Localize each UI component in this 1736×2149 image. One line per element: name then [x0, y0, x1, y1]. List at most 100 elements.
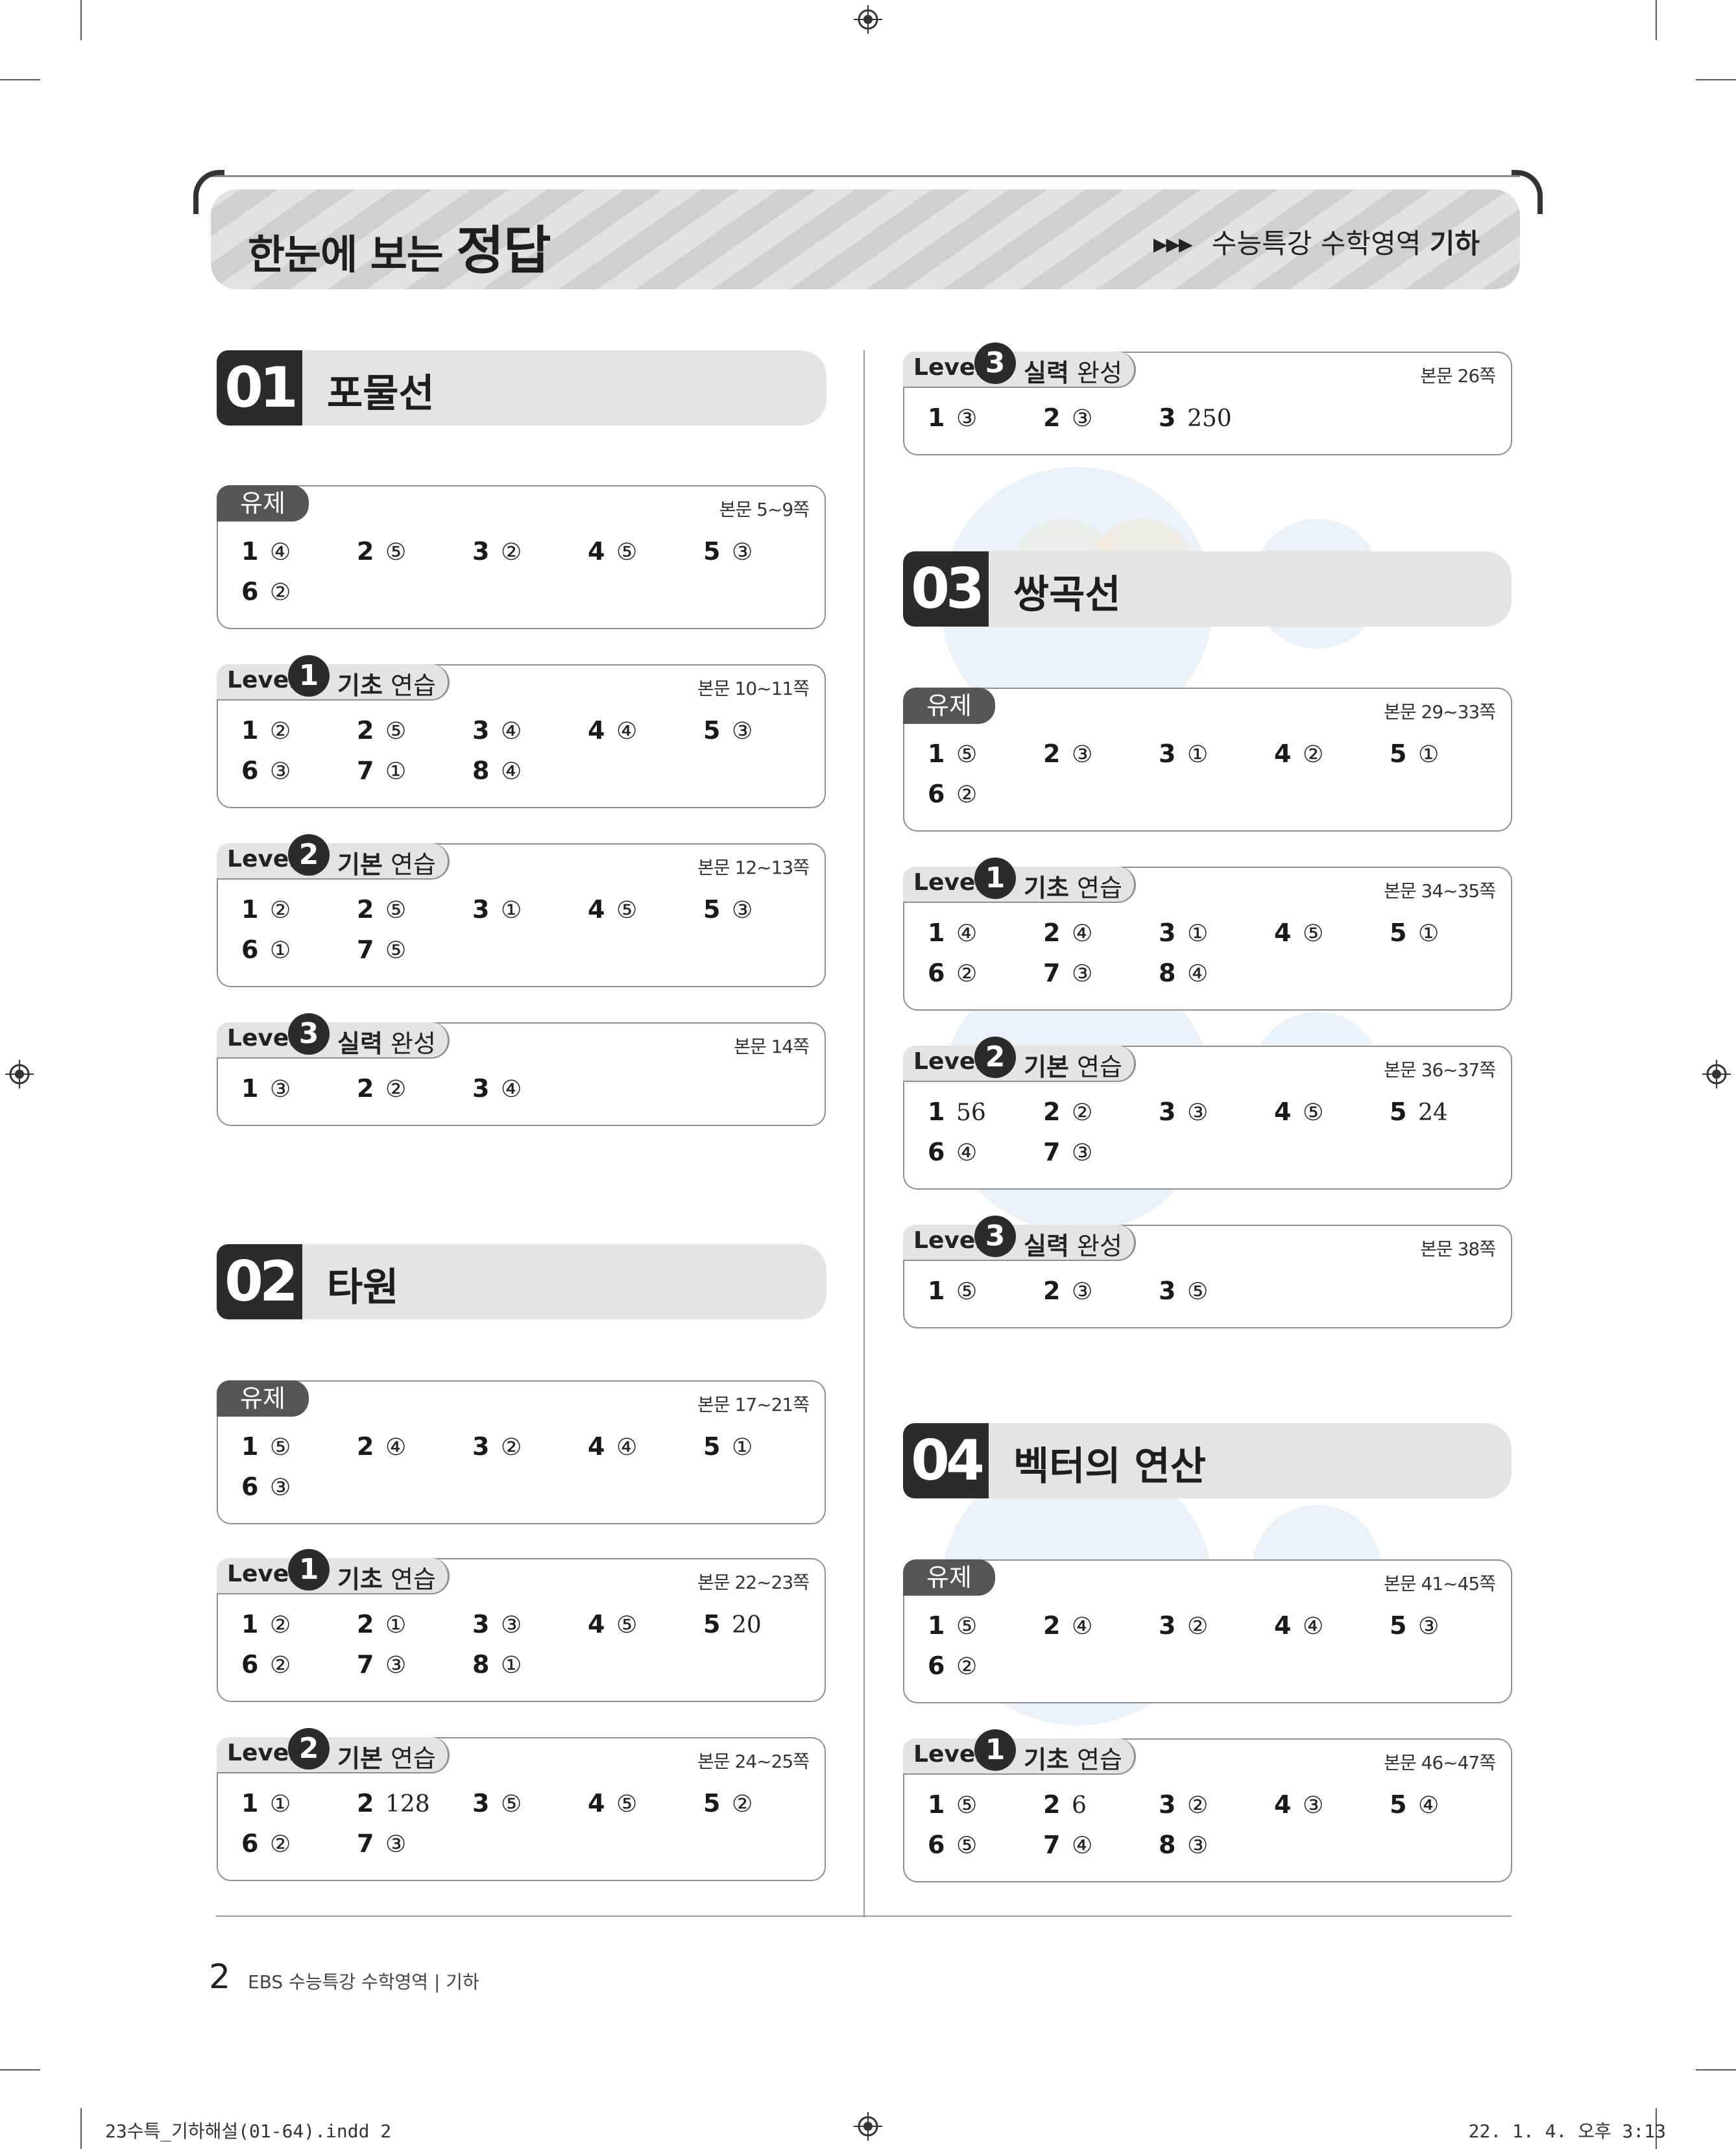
level-tab: Level 1 기초 연습 [903, 1729, 1136, 1775]
answer-item: 3⑤ [472, 1789, 522, 1818]
question-number: 6 [928, 959, 945, 987]
answer-value: ④ [385, 1434, 407, 1461]
answer-item: 3② [1159, 1611, 1208, 1640]
answer-item: 4③ [1274, 1790, 1323, 1819]
question-number: 1 [928, 1790, 945, 1819]
level-tab: Level 2 기본 연습 [217, 1728, 450, 1773]
answer-item: 7③ [357, 1829, 406, 1858]
question-number: 1 [241, 1074, 259, 1103]
chapter-title: 포물선 [327, 371, 435, 416]
answer-item: 5③ [703, 895, 753, 924]
page-reference: 본문 22~23쪽 [697, 1572, 810, 1593]
answer-item: 4④ [1274, 1611, 1323, 1640]
answer-item: 5① [1390, 918, 1439, 947]
book-label-subject: 기하 [1429, 228, 1480, 259]
answer-item: 5③ [703, 537, 753, 566]
answer-item: 8③ [1159, 1831, 1208, 1859]
answer-item: 6② [928, 1651, 977, 1680]
level-kind-bold: 기본 [1024, 1053, 1069, 1081]
answer-item: 5③ [703, 716, 753, 745]
answer-item: 5② [703, 1789, 753, 1818]
question-number: 5 [1390, 739, 1407, 768]
page-title-main: 정답 [456, 221, 551, 281]
answer-item: 2④ [357, 1432, 406, 1461]
answer-value: ② [270, 897, 291, 924]
answer-value: ④ [501, 758, 522, 785]
answer-value: ⑤ [1303, 1099, 1324, 1126]
answer-value: ① [501, 897, 522, 924]
answer-value: ③ [270, 1076, 291, 1103]
answer-item: 7④ [1043, 1831, 1092, 1859]
answer-item: 2③ [1043, 403, 1092, 432]
question-number: 6 [928, 1138, 945, 1166]
answer-item: 4④ [588, 716, 637, 745]
answer-box: Level 1 기초 연습 본문 34~35쪽 1 ④ 2 ④ 3 ① 4 ⑤ 5 ① 6 ② 7 ③ 8 ④ [903, 858, 1512, 1011]
answer-item: 2⑤ [357, 716, 406, 745]
answer-value: ② [956, 1653, 978, 1680]
chapter-header: 02 타원 [217, 1244, 826, 1319]
answer-item: 3④ [472, 716, 522, 745]
registration-mark-icon [5, 1060, 34, 1088]
answer-value: ① [270, 937, 291, 964]
registration-mark-icon [854, 2112, 882, 2141]
question-number: 3 [472, 1074, 490, 1103]
answer-item: 5③ [1390, 1611, 1439, 1640]
question-number: 6 [241, 577, 259, 606]
question-number: 6 [928, 1831, 945, 1859]
answer-item: 1⑤ [241, 1432, 291, 1461]
answer-value: ⑤ [270, 1434, 291, 1461]
footer-running-title: EBS 수능특강 수학영역 | 기하 [248, 1971, 479, 1993]
question-number: 3 [472, 537, 490, 566]
question-number: 5 [1390, 1098, 1407, 1126]
question-number: 4 [1274, 1611, 1292, 1640]
question-number: 3 [1159, 918, 1176, 947]
level-number-badge: 1 [974, 858, 1016, 899]
answer-value: ⑤ [501, 1791, 522, 1818]
answer-value: ④ [501, 1076, 522, 1103]
answer-value: ② [270, 579, 291, 606]
level-kind-rest: 연습 [1077, 874, 1122, 902]
question-number: 7 [1043, 1831, 1061, 1859]
answer-item: 3 250 [1159, 403, 1232, 432]
question-number: 1 [928, 739, 945, 768]
question-number: 3 [1159, 739, 1176, 768]
level-kind-bold: 기초 [1024, 874, 1069, 902]
question-number: 6 [241, 935, 259, 964]
question-number: 5 [1390, 1611, 1407, 1640]
question-number: 2 [1043, 1098, 1061, 1126]
chapter-header: 03 쌍곡선 [903, 551, 1512, 627]
page-reference: 본문 10~11쪽 [697, 678, 810, 699]
book-label-prefix: 수능특강 수학영역 [1211, 228, 1421, 259]
answer-item: 1③ [928, 403, 977, 432]
answer-item: 1⑤ [928, 1790, 977, 1819]
question-number: 6 [928, 780, 945, 808]
answer-value: ③ [270, 1474, 291, 1501]
answer-value: ④ [1418, 1792, 1440, 1819]
answer-item: 2⑤ [357, 537, 406, 566]
question-number: 1 [241, 895, 259, 924]
question-number: 8 [472, 756, 490, 785]
answer-item: 4④ [588, 1432, 637, 1461]
answer-value: ④ [1072, 1613, 1093, 1640]
level-kind-bold: 실력 [337, 1029, 383, 1058]
answer-item: 6① [241, 935, 291, 964]
level-kind: 실력 완성 [1024, 353, 1122, 389]
answer-value: ① [270, 1791, 291, 1818]
crop-mark [80, 2108, 82, 2149]
question-number: 4 [588, 537, 605, 566]
chapter-title: 벡터의 연산 [1013, 1444, 1206, 1489]
level-kind-rest: 연습 [391, 1565, 436, 1594]
level-tab: Level 2 기본 연습 [217, 834, 450, 880]
answer-item: 2⑤ [357, 895, 406, 924]
question-number: 3 [472, 1789, 490, 1818]
answer-item: 6② [241, 1650, 291, 1679]
crop-mark [80, 0, 82, 40]
answer-value: ④ [956, 1140, 978, 1166]
answer-value: ⑤ [385, 539, 407, 566]
answer-value: ⑤ [956, 741, 978, 768]
answer-item: 1 56 [928, 1098, 986, 1126]
chapter-header: 04 벡터의 연산 [903, 1423, 1512, 1498]
question-number: 4 [588, 895, 605, 924]
answer-value: ⑤ [385, 897, 407, 924]
answer-item: 6③ [241, 756, 291, 785]
